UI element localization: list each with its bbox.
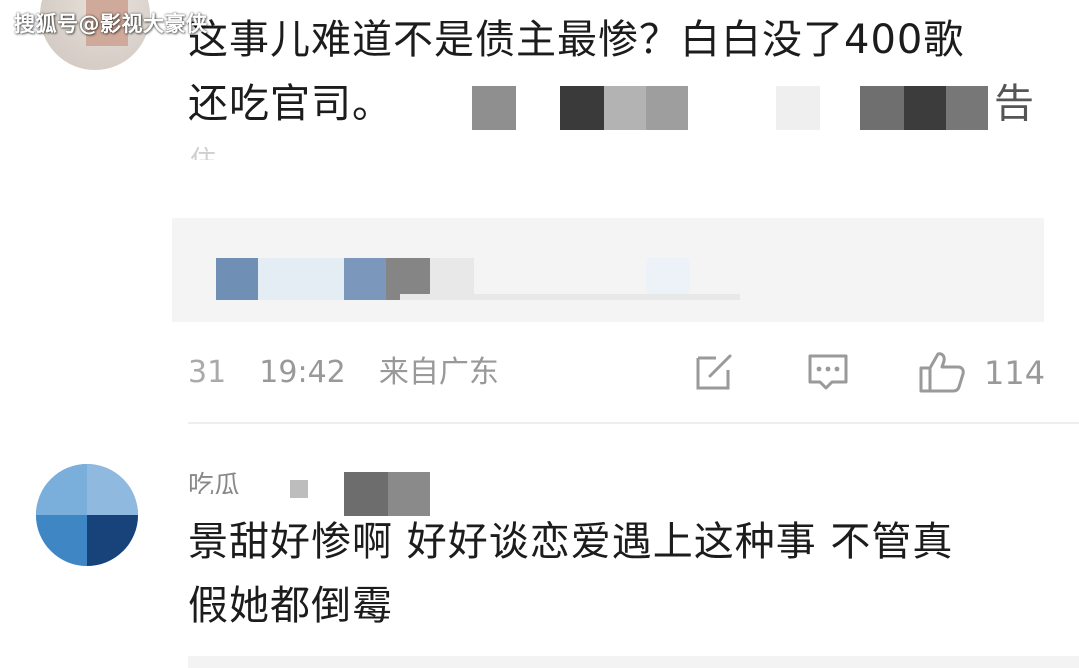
reply-text-placeholder-line (400, 294, 740, 300)
comment-1-trailing-fragment: 告 (994, 81, 1035, 127)
avatar-commenter-2[interactable] (36, 464, 138, 566)
reply-mosaic-block (258, 258, 344, 300)
mosaic-block (776, 86, 820, 130)
screenshot-page: 搜狐号@影视大豪侠 这事儿难道不是债主最惨？白白没了400歌 还吃官司。 告 住… (0, 0, 1079, 668)
mosaic-block (646, 86, 688, 130)
mosaic-block (904, 86, 946, 130)
reply-mosaic-block (344, 258, 386, 300)
comment-1-meta: 31 19:42 来自广东 (188, 350, 499, 396)
comment-1-faded-fragment: 住 (190, 140, 216, 160)
watermark-text: 搜狐号@影视大豪侠 (14, 12, 208, 36)
mosaic-block (860, 86, 904, 130)
username-mosaic-block (388, 472, 430, 516)
next-item-edge (188, 656, 1079, 668)
comment-1-line-1: 这事儿难道不是债主最惨？白白没了400歌 (188, 17, 965, 63)
comment-1-time: 19:42 (259, 355, 346, 390)
comment-2-line-1: 景甜好惨啊 好好谈恋爱遇上这种事 不管真 (188, 519, 954, 565)
edit-share-icon[interactable] (692, 350, 736, 394)
comment-bubble-icon[interactable] (806, 350, 850, 394)
mosaic-block (946, 86, 988, 130)
comment-1-date: 31 (188, 355, 227, 390)
comment-divider (188, 422, 1079, 424)
comment-2-username[interactable]: 吃瓜 (188, 466, 240, 494)
mosaic-block (472, 86, 516, 130)
mosaic-block (560, 86, 604, 130)
comment-1-line-2: 还吃官司。 (188, 81, 393, 127)
comment-1-location: 来自广东 (378, 355, 499, 390)
thumbs-up-icon[interactable] (918, 350, 966, 394)
username-mosaic-block (344, 472, 388, 516)
reply-mosaic-block (216, 258, 258, 300)
username-mosaic-block (290, 480, 308, 498)
mosaic-block (604, 86, 646, 130)
comment-2-line-2: 假她都倒霉 (188, 583, 393, 629)
like-count: 114 (984, 354, 1046, 392)
